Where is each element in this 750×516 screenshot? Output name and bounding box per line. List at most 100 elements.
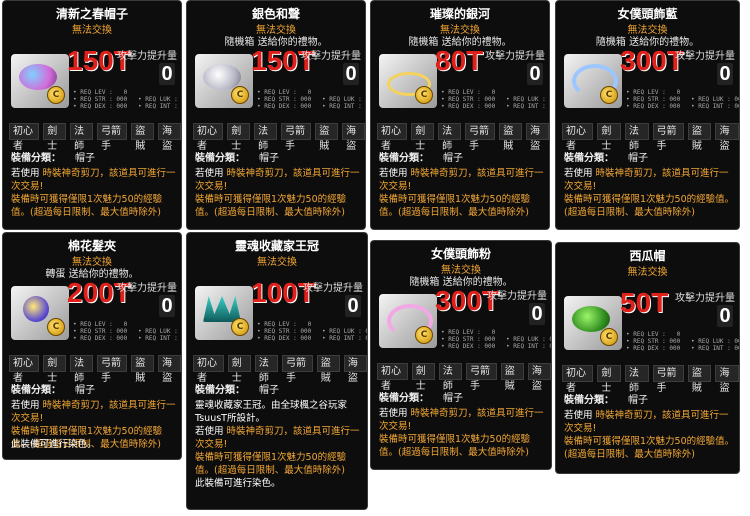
- item-tooltip-2: 銀色和聲 無法交換 隨機箱 送給你的禮物。 C 150T 攻擊力提升量 0 • …: [186, 0, 366, 230]
- class-warrior: 劍士: [597, 365, 621, 394]
- atk-value: 0: [159, 63, 175, 85]
- item-tooltip-5: 棉花髮夾 無法交換 轉蛋 送給你的禮物。 C 200T 攻擊力提升量 0 • R…: [2, 232, 182, 460]
- charm-note: 裝備時可獲得僅限1次魅力50的經驗值。(超過每日限制、最大值時除外): [564, 436, 735, 460]
- item-tooltip-3: 璀璨的銀河 無法交換 隨機箱 送給你的禮物。 C 80T 攻擊力提升量 0 • …: [370, 0, 550, 230]
- scissors-note: 若使用 時裝神奇剪刀，該道具可進行一次交易!: [11, 168, 176, 192]
- charm-note: 裝備時可獲得僅限1次魅力50的經驗值。(超過每日限制、最大值時除外): [195, 194, 347, 218]
- class-row: 初心者 劍士 法師 弓箭手 盜賊 海盜: [193, 123, 365, 152]
- class-row: 初心者 劍士 法師 弓箭手 盜賊 海盜: [562, 365, 739, 394]
- item-tooltip-1: 清新之春帽子 無法交換 C 150T 攻擊力提升量 0 • REQ LEV : …: [2, 0, 182, 230]
- class-magician: 法師: [70, 355, 93, 384]
- class-archer: 弓箭手: [652, 365, 684, 394]
- class-beginner: 初心者: [9, 355, 40, 384]
- class-warrior: 劍士: [597, 123, 621, 152]
- atk-value: 0: [159, 295, 175, 317]
- class-row: 初心者 劍士 法師 弓箭手 盜賊 海盜: [9, 123, 181, 152]
- class-thief: 盜賊: [687, 365, 712, 394]
- category: 裝備分類： 帽子: [195, 153, 279, 164]
- category: 裝備分類： 帽子: [564, 395, 648, 406]
- class-warrior: 劍士: [227, 123, 251, 152]
- class-beginner: 初心者: [9, 123, 40, 152]
- class-warrior: 劍士: [411, 363, 435, 392]
- item-icon-box: C: [195, 54, 253, 108]
- req-stats: • REQ LEV : 0 • REQ STR : 000 • REQ LUK …: [73, 321, 178, 342]
- req-stats: • REQ LEV : 0 • REQ STR : 000 • REQ LUK …: [257, 89, 362, 110]
- class-magician: 法師: [438, 123, 461, 152]
- coin-icon: C: [231, 86, 249, 104]
- item-name: 女僕頭飾藍: [617, 7, 678, 21]
- cotton-hairpin-icon: [23, 296, 49, 322]
- req-stats: • REQ LEV : 0 • REQ STR : 000 • REQ LUK …: [441, 329, 551, 350]
- category: 裝備分類： 帽子: [11, 153, 95, 164]
- atk-value: 0: [717, 305, 733, 327]
- atk-value: 0: [343, 63, 359, 85]
- charm-note: 裝備時可獲得僅限1次魅力50的經驗值。(超過每日限制、最大值時除外): [379, 194, 531, 218]
- atk-label: 攻擊力提升量: [675, 293, 735, 304]
- item-name: 靈魂收藏家王冠: [234, 239, 319, 253]
- class-pirate: 海盜: [158, 123, 181, 152]
- scissors-note: 若使用 時裝神奇剪刀，該道具可進行一次交易!: [564, 410, 729, 434]
- charm-note: 裝備時可獲得僅限1次魅力50的經驗值。(超過每日限制、最大值時除外): [11, 194, 163, 218]
- charm-note: 裝備時可獲得僅限1次魅力50的經驗值。(超過每日限制、最大值時除外): [564, 194, 735, 218]
- item-tooltip-4: 女僕頭飾藍 無法交換 隨機箱 送給你的禮物。 C 300T 攻擊力提升量 0 •…: [555, 0, 740, 230]
- item-price: 80T: [435, 45, 484, 76]
- class-beginner: 初心者: [193, 123, 224, 152]
- trade-status: 無法交換: [257, 257, 297, 268]
- designer-note: 靈魂收藏家王冠。由全球楓之谷玩家TsuusT所設計。: [195, 400, 348, 424]
- item-icon-box: C: [195, 286, 253, 340]
- class-row: 初心者 劍士 法師 弓箭手 盜賊 海盜: [9, 355, 181, 384]
- charm-note: 裝備時可獲得僅限1次魅力50的經驗值。(超過每日限制、最大值時除外): [195, 452, 347, 476]
- item-name: 璀璨的銀河: [429, 7, 490, 21]
- coin-icon: C: [600, 328, 618, 346]
- item-price: 50T: [620, 287, 669, 318]
- coin-icon: C: [47, 86, 65, 104]
- req-stats: • REQ LEV : 0 • REQ STR : 000 • REQ LUK …: [73, 89, 178, 110]
- category: 裝備分類： 帽子: [195, 385, 279, 396]
- item-icon-box: C: [564, 54, 622, 108]
- req-stats: • REQ LEV : 0 • REQ STR : 000 • REQ LUK …: [441, 89, 546, 110]
- class-magician: 法師: [254, 123, 277, 152]
- class-archer: 弓箭手: [97, 355, 128, 384]
- class-thief: 盜賊: [131, 355, 155, 384]
- category: 裝備分類： 帽子: [564, 153, 648, 164]
- coin-icon: C: [415, 86, 433, 104]
- atk-label: 攻擊力提升量: [117, 283, 177, 294]
- class-row: 初心者 劍士 法師 弓箭手 盜賊 海盜: [562, 123, 739, 152]
- item-icon-box: C: [379, 294, 437, 348]
- atk-value: 0: [345, 295, 361, 317]
- scissors-note: 若使用 時裝神奇剪刀，該道具可進行一次交易!: [379, 408, 544, 432]
- class-thief: 盜賊: [499, 123, 523, 152]
- coin-icon: C: [415, 326, 433, 344]
- item-tooltip-7: 女僕頭飾粉 無法交換 隨機箱 送給你的禮物。 C 300T 攻擊力提升量 0 •…: [370, 240, 552, 470]
- class-pirate: 海盜: [342, 123, 365, 152]
- class-archer: 弓箭手: [281, 123, 312, 152]
- class-warrior: 劍士: [411, 123, 435, 152]
- req-stats: • REQ LEV : 0 • REQ STR : 000 • REQ LUK …: [257, 321, 367, 342]
- atk-value: 0: [527, 63, 543, 85]
- atk-label: 攻擊力提升量: [303, 283, 363, 294]
- item-name: 西瓜帽: [629, 249, 666, 263]
- class-magician: 法師: [438, 363, 462, 392]
- class-magician: 法師: [70, 123, 93, 152]
- item-tooltip-8: 西瓜帽 無法交換 C 50T 攻擊力提升量 0 • REQ LEV : 0 • …: [555, 242, 740, 474]
- scissors-note: 若使用 時裝神奇剪刀，該道具可進行一次交易!: [195, 168, 360, 192]
- item-name: 女僕頭飾粉: [430, 247, 491, 261]
- req-stats: • REQ LEV : 0 • REQ STR : 000 • REQ LUK …: [626, 331, 739, 352]
- class-warrior: 劍士: [43, 355, 67, 384]
- scissors-note: 若使用 時裝神奇剪刀，該道具可進行一次交易!: [564, 168, 729, 192]
- class-pirate: 海盜: [158, 355, 181, 384]
- class-beginner: 初心者: [562, 123, 594, 152]
- class-thief: 盜賊: [315, 123, 339, 152]
- item-name: 銀色和聲: [251, 7, 300, 21]
- scissors-note: 若使用 時裝神奇剪刀，該道具可進行一次交易!: [195, 426, 360, 450]
- category: 裝備分類： 帽子: [379, 153, 463, 164]
- class-thief: 盜賊: [316, 355, 340, 384]
- class-beginner: 初心者: [562, 365, 594, 394]
- class-thief: 盜賊: [687, 123, 712, 152]
- class-magician: 法師: [624, 365, 649, 394]
- atk-value: 0: [717, 63, 733, 85]
- class-archer: 弓箭手: [465, 123, 496, 152]
- item-icon-box: C: [379, 54, 437, 108]
- item-tooltip-6: 靈魂收藏家王冠 無法交換 C 100T 攻擊力提升量 0 • REQ LEV :…: [186, 232, 368, 510]
- category: 裝備分類： 帽子: [379, 393, 463, 404]
